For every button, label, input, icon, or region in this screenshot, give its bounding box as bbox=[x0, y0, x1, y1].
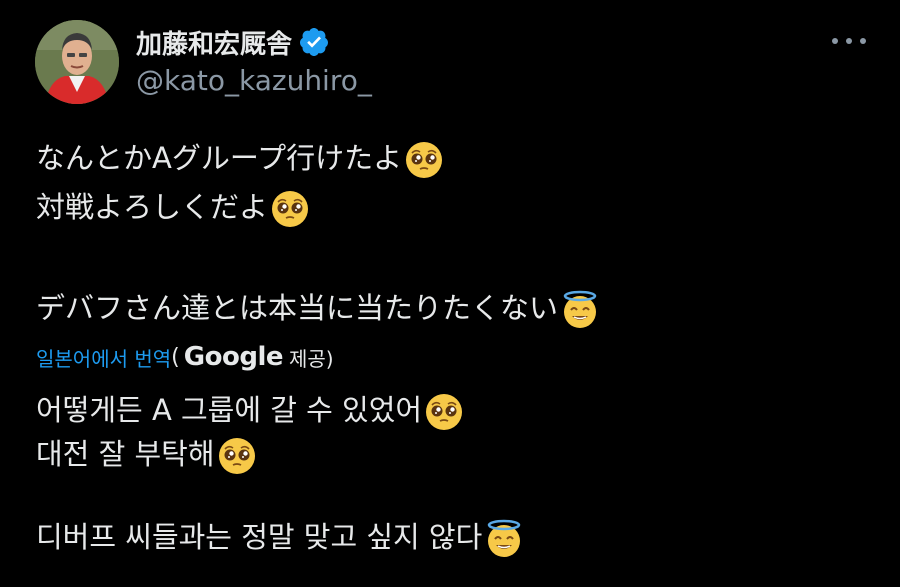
tweet-text-line: なんとかAグループ行けたよ bbox=[36, 138, 444, 180]
text-segment: 対戦よろしくだよ bbox=[36, 190, 269, 224]
pleading-face-icon bbox=[404, 140, 444, 180]
pleading-face-icon bbox=[424, 392, 464, 432]
text-segment: 대전 잘 부탁해 bbox=[36, 437, 215, 471]
provided-label: 제공) bbox=[289, 346, 334, 371]
author-handle[interactable]: @kato_kazuhiro_ bbox=[136, 64, 372, 97]
translation-attribution[interactable]: 일본어에서 번역 ( Google 제공) bbox=[36, 340, 334, 374]
more-options-icon[interactable] bbox=[832, 28, 866, 54]
pleading-face-icon bbox=[217, 436, 257, 476]
google-logo: Google bbox=[183, 342, 284, 372]
dot bbox=[832, 38, 838, 44]
author-display-name[interactable]: 加藤和宏厩舎 bbox=[136, 24, 292, 61]
text-segment: 어떻게든 A 그룹에 갈 수 있었어 bbox=[36, 393, 423, 427]
smiling-face-with-halo-icon bbox=[560, 290, 600, 330]
paren: ( bbox=[171, 344, 180, 370]
author-avatar[interactable] bbox=[35, 20, 119, 104]
text-segment: 디버프 씨들과는 정말 맞고 싶지 않다 bbox=[36, 520, 483, 554]
translated-text-line: 디버프 씨들과는 정말 맞고 싶지 않다 bbox=[36, 517, 524, 559]
translated-text-line: 대전 잘 부탁해 bbox=[36, 434, 257, 476]
translated-from-label[interactable]: 일본어에서 번역 bbox=[36, 343, 171, 372]
smiling-face-with-halo-icon bbox=[484, 519, 524, 559]
verified-badge-icon bbox=[300, 28, 329, 56]
tweet-text-line: デバフさん達とは本当に当たりたくない bbox=[36, 288, 600, 330]
tweet-text-line: 対戦よろしくだよ bbox=[36, 187, 310, 229]
text-segment: デバフさん達とは本当に当たりたくない bbox=[36, 291, 559, 325]
avatar-photo bbox=[35, 20, 119, 104]
pleading-face-icon bbox=[270, 189, 310, 229]
author-name-row: 加藤和宏厩舎 bbox=[136, 22, 330, 62]
dot bbox=[860, 38, 866, 44]
dot bbox=[846, 38, 852, 44]
translated-text-line: 어떻게든 A 그룹에 갈 수 있었어 bbox=[36, 390, 464, 432]
text-segment: なんとかAグループ行けたよ bbox=[36, 141, 403, 175]
